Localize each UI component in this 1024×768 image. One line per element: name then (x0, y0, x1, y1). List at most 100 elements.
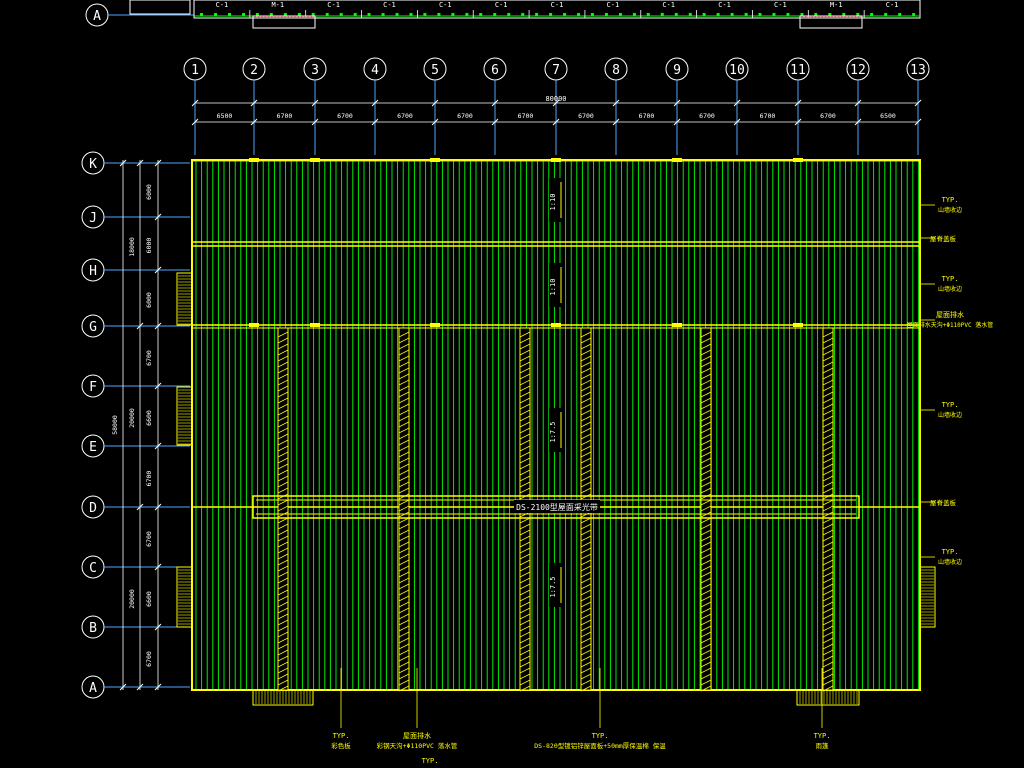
elevation-panel-mark (437, 13, 441, 16)
slope-label: 1:7.5 (549, 421, 557, 442)
bottom-note-line1: TYP. (814, 732, 831, 740)
span-dim-label: 6700 (578, 112, 594, 120)
right-note-line2: 山墙收边 (938, 285, 962, 293)
row-label: E (89, 440, 97, 455)
row-span-label: 6000 (145, 184, 153, 200)
elevation-panel-mark (200, 13, 203, 16)
row-span-label: 6700 (145, 350, 153, 366)
elevation-panel-mark (214, 13, 217, 16)
row-label: F (89, 380, 97, 395)
right-note-line2: 山墙收边 (938, 558, 962, 566)
row-group-label: 20000 (128, 408, 136, 428)
elevation-panel-mark (521, 13, 525, 16)
column-label: 3 (311, 63, 319, 78)
elevation-panel-mark (674, 13, 678, 16)
elevation-panel-mark (577, 13, 581, 16)
row-label: J (89, 211, 97, 226)
elevation-panel-mark (339, 13, 343, 16)
right-note-line1: 屋面排水 (936, 310, 964, 319)
elevation-panel-mark (716, 13, 720, 16)
elevation-panel-mark (604, 13, 608, 16)
column-label: 8 (612, 63, 620, 78)
elevation-panel-mark (912, 13, 916, 16)
elevation-panel-mark (870, 13, 874, 16)
span-dim-label: 6500 (217, 112, 233, 120)
elevation-panel-mark (507, 13, 511, 16)
right-note-line1: TYP. (942, 275, 959, 283)
elevation-panel-label: C-1 (439, 1, 452, 9)
elevation-panel-label: C-1 (662, 1, 675, 9)
elevation-panel-label: C-1 (216, 1, 229, 9)
drawing-background (0, 0, 1024, 768)
elevation-panel-mark (646, 13, 650, 16)
right-note-line2: 屋面排水天沟+Φ110PVC 落水管 (907, 321, 994, 329)
elevation-panel-mark (479, 13, 483, 16)
elevation-panel-mark (423, 13, 427, 16)
right-note-line2: 山墙收边 (938, 411, 962, 419)
row-span-label: 6000 (145, 238, 153, 254)
elevation-panel-label: M-1 (830, 1, 843, 9)
span-dim-label: 6700 (518, 112, 534, 120)
row-span-label: 6700 (145, 471, 153, 487)
right-note-line1: TYP. (942, 196, 959, 204)
row-label: C (89, 561, 97, 576)
row-label: G (89, 320, 97, 335)
column-label: 4 (371, 63, 379, 78)
elevation-panel-mark (884, 13, 888, 16)
elevation-panel-mark (395, 13, 399, 16)
row-label: A (89, 681, 97, 696)
elevation-panel-mark (465, 13, 469, 16)
slope-label: 1:7.5 (549, 576, 557, 597)
bottom-note-line1: TYP. (592, 732, 609, 740)
column-label: 13 (910, 63, 926, 78)
span-dim-label: 6700 (820, 112, 836, 120)
elevation-panel-mark (325, 13, 329, 16)
row-label: H (89, 264, 97, 279)
elevation-panel-label: C-1 (774, 1, 787, 9)
column-label: 10 (729, 63, 745, 78)
column-label: 11 (790, 63, 806, 78)
axis-label-top-a: A (93, 9, 101, 24)
elevation-panel-mark (758, 13, 762, 16)
roof-plan-drawing: A C-1 M-1 C-1 C-1 C-1 C-1 C-1 C-1 C-1 C-1 C-1 M-1 C-… (0, 0, 1024, 768)
column-label: 9 (673, 63, 681, 78)
column-label: 6 (491, 63, 499, 78)
elevation-panel-label: C-1 (886, 1, 899, 9)
elevation-panel-mark (618, 13, 622, 16)
elevation-panel-label: M-1 (271, 1, 284, 9)
elevation-panel-label: C-1 (327, 1, 340, 9)
row-span-label: 6600 (145, 410, 153, 426)
bottom-note-line1: TYP. (333, 732, 350, 740)
span-dim-label: 6700 (397, 112, 413, 120)
right-note-line1: TYP. (942, 548, 959, 556)
span-dim-label: 6700 (457, 112, 473, 120)
bottom-note-line2: 雨篷 (816, 741, 830, 750)
column-label: 2 (250, 63, 258, 78)
elevation-panel-mark (772, 13, 776, 16)
row-span-label: 6000 (145, 292, 153, 308)
column-label: 7 (552, 63, 560, 78)
row-label: B (89, 621, 97, 636)
elevation-panel-mark (660, 13, 664, 16)
bottom-note-line2: DS-820型镀铝锌屋面板+50mm厚保温棉 保温 (534, 741, 666, 750)
column-label: 12 (850, 63, 866, 78)
elevation-panel-mark (898, 13, 902, 16)
skylight-label: DS-2100型屋面采光带 (516, 502, 598, 512)
elevation-panel-label: C-1 (495, 1, 508, 9)
row-label: K (89, 157, 97, 172)
row-group-label: 18000 (128, 237, 136, 257)
row-group-label: 20000 (128, 589, 136, 609)
elevation-panel-mark (688, 13, 692, 16)
elevation-panel-mark (786, 13, 790, 16)
elevation-panel-mark (228, 13, 231, 16)
elevation-panel-mark (242, 13, 245, 16)
elevation-panel-label: C-1 (607, 1, 620, 9)
column-label: 5 (431, 63, 439, 78)
slope-label: 1:10 (549, 279, 557, 296)
elevation-panel-mark (451, 13, 455, 16)
column-label: 1 (191, 63, 199, 78)
right-note-line1: TYP. (942, 401, 959, 409)
elevation-panel-label: C-1 (383, 1, 396, 9)
bottom-note-line1: 屋面排水 (403, 731, 431, 740)
elevation-panel-mark (563, 13, 567, 16)
